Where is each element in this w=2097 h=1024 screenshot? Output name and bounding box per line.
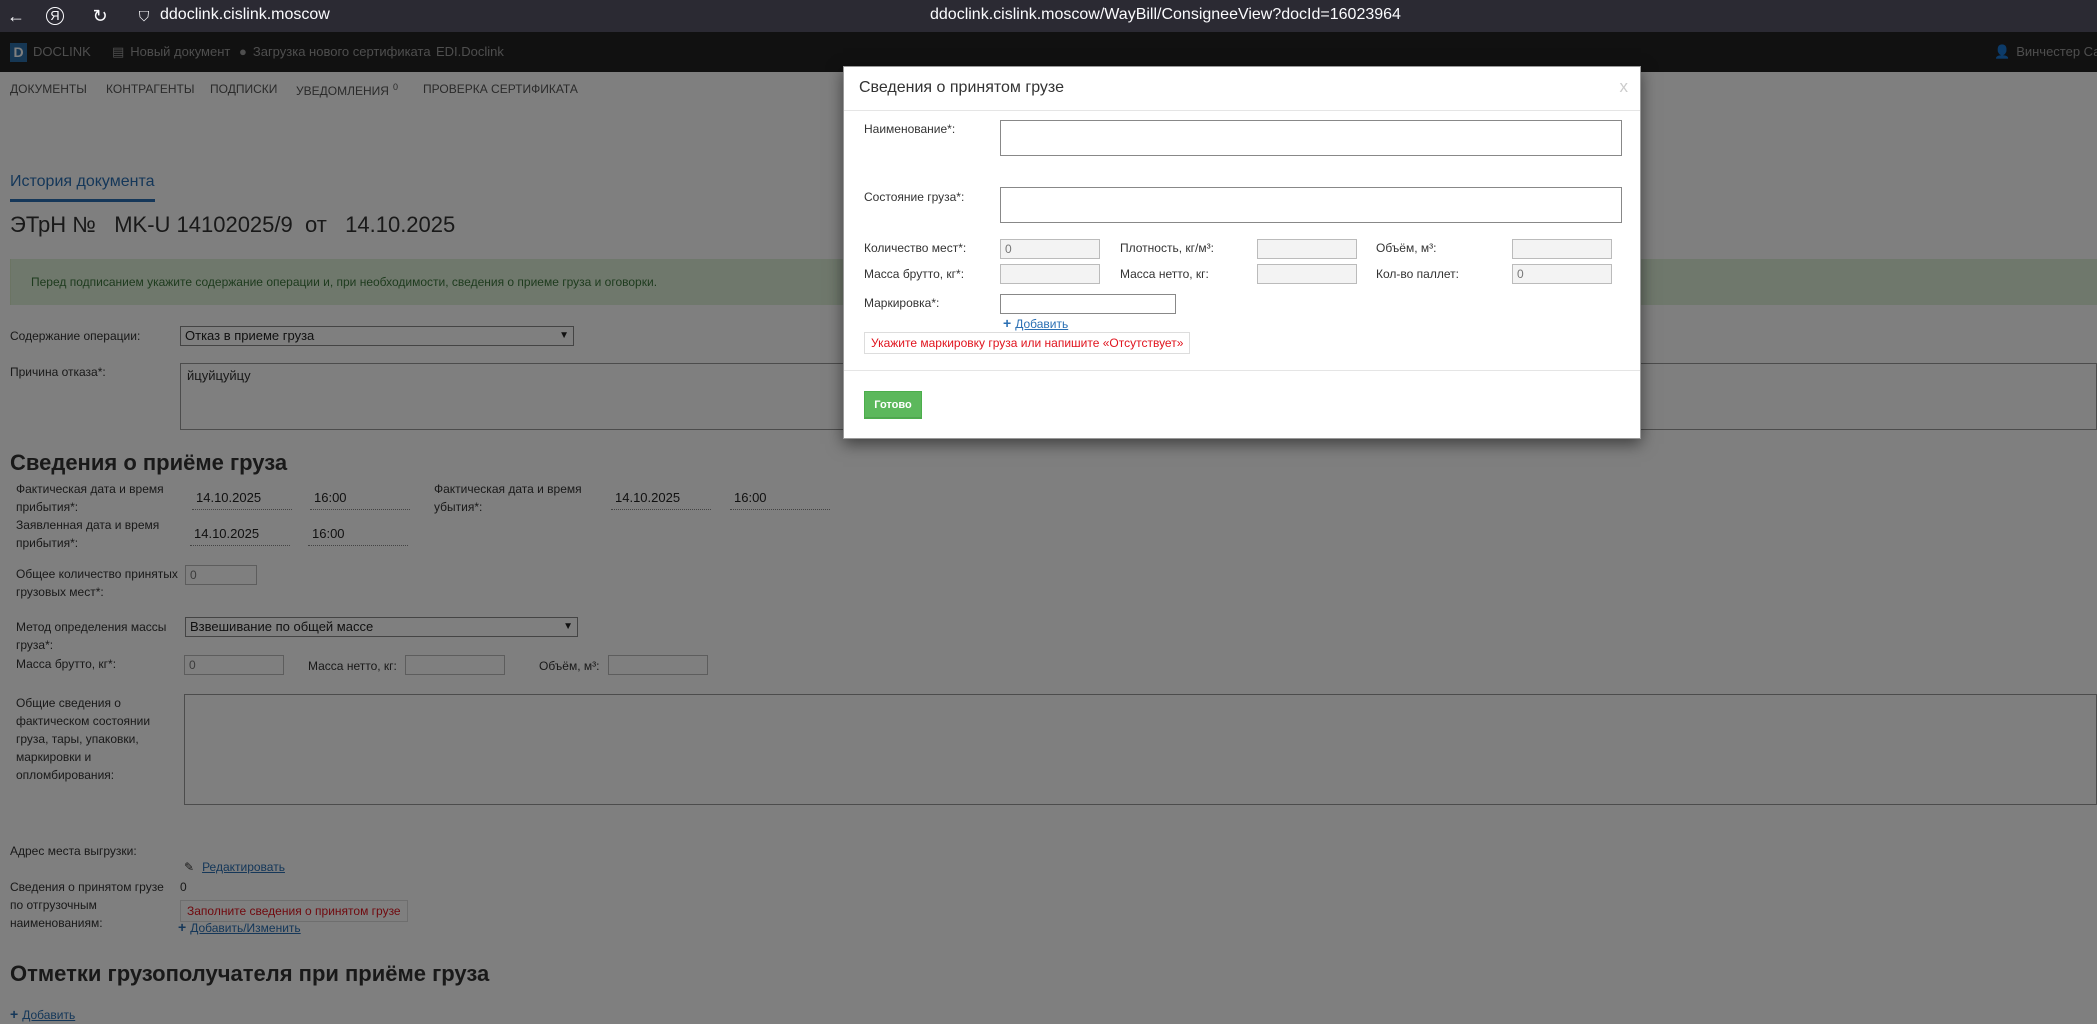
modal-gross-input[interactable] [1000, 264, 1100, 284]
plus-icon: + [1003, 315, 1012, 331]
modal-density-input[interactable] [1257, 239, 1357, 259]
modal-net-label: Масса нетто, кг: [1120, 267, 1209, 281]
url-host[interactable]: ddoclink.cislink.moscow [160, 6, 330, 24]
modal-volume-label: Объём, м³: [1376, 241, 1437, 255]
back-arrow-icon[interactable]: ← [4, 4, 28, 28]
modal-density-label: Плотность, кг/м³: [1120, 241, 1214, 255]
modal-footer-divider [844, 370, 1640, 371]
modal-marking-label: Маркировка*: [864, 296, 940, 310]
modal-add-link[interactable]: + Добавить [1003, 315, 1068, 331]
received-cargo-modal: Сведения о принятом грузе x Наименование… [843, 66, 1641, 439]
close-icon[interactable]: x [1620, 77, 1629, 97]
modal-state-input[interactable] [1000, 187, 1622, 223]
url-full[interactable]: ddoclink.cislink.moscow/WayBill/Consigne… [930, 6, 1401, 24]
modal-name-label: Наименование*: [864, 122, 956, 136]
browser-toolbar: ← Я ↻ ⛉ ddoclink.cislink.moscow ddoclink… [0, 0, 2097, 32]
modal-places-label: Количество мест*: [864, 241, 967, 255]
modal-places-input[interactable]: 0 [1000, 239, 1100, 259]
modal-name-input[interactable] [1000, 120, 1622, 156]
modal-gross-label: Масса брутто, кг*: [864, 267, 965, 281]
modal-marking-error: Укажите маркировку груза или напишите «О… [864, 332, 1191, 354]
modal-add-label: Добавить [1015, 317, 1069, 331]
modal-title: Сведения о принятом грузе [859, 79, 1064, 96]
modal-header: Сведения о принятом грузе x [844, 67, 1640, 111]
modal-volume-input[interactable] [1512, 239, 1612, 259]
yandex-icon[interactable]: Я [46, 7, 64, 25]
modal-pallets-input[interactable]: 0 [1512, 264, 1612, 284]
modal-marking-input[interactable] [1000, 294, 1176, 314]
modal-state-label: Состояние груза*: [864, 190, 965, 204]
modal-pallets-label: Кол-во паллет: [1376, 267, 1459, 281]
modal-net-input[interactable] [1257, 264, 1357, 284]
done-button[interactable]: Готово [864, 391, 922, 419]
reload-icon[interactable]: ↻ [88, 4, 112, 28]
shield-icon: ⛉ [138, 8, 150, 24]
